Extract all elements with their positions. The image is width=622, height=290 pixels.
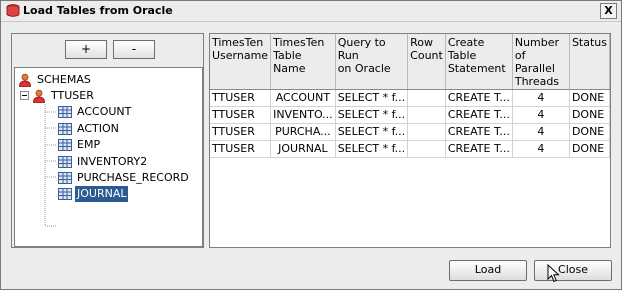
cell-table-name: PURCHA... (270, 123, 336, 141)
table-label: EMP (77, 138, 101, 151)
cell-create-statement: CREATE T... (445, 123, 513, 141)
cell-table-name: INVENTO... (270, 106, 336, 124)
cell-row-count (407, 140, 446, 158)
cell-status: DONE (569, 140, 610, 158)
cell-parallel-threads: 4 (512, 140, 570, 158)
col-header-parallel-threads[interactable]: Number of Parallel Threads (512, 34, 570, 90)
table-row[interactable]: TTUSER ACCOUNT SELECT * f... CREATE T...… (210, 89, 610, 107)
cell-query: SELECT * f... (335, 123, 409, 141)
table-icon (58, 156, 72, 168)
cell-table-name: JOURNAL (270, 140, 336, 158)
table-icon (58, 172, 72, 184)
user-icon (19, 73, 31, 87)
table-label: ACTION (77, 122, 119, 135)
load-status-grid[interactable]: TimesTen Username TimesTen Table Name Quer… (209, 33, 611, 248)
cell-query: SELECT * f... (335, 106, 409, 124)
table-label: INVENTORY2 (77, 155, 148, 168)
col-header-username[interactable]: TimesTen Username (210, 34, 272, 90)
header-line: Number of (514, 36, 560, 62)
table-row[interactable]: TTUSER INVENTO... SELECT * f... CREATE T… (210, 106, 610, 124)
cell-table-name: ACCOUNT (270, 89, 336, 107)
header-line: Status (571, 36, 607, 49)
cell-status: DONE (569, 123, 610, 141)
load-tables-dialog: Load Tables from Oracle X + - SCHEMAS TT… (0, 0, 622, 290)
table-icon (58, 188, 72, 200)
table-row[interactable]: TTUSER JOURNAL SELECT * f... CREATE T...… (210, 140, 610, 158)
table-row[interactable]: TTUSER PURCHA... SELECT * f... CREATE T.… (210, 123, 610, 141)
tree-root-label: SCHEMAS (37, 73, 91, 86)
tree-table-account[interactable]: ACCOUNT (58, 104, 133, 120)
tree-table-journal[interactable]: JOURNAL (58, 186, 129, 202)
col-header-table-name[interactable]: TimesTen Table Name (270, 34, 336, 90)
cell-row-count (407, 123, 446, 141)
schema-tree[interactable]: SCHEMAS TTUSER ACCOUNT ACTION EMP INVENT… (14, 67, 203, 247)
cell-parallel-threads: 4 (512, 106, 570, 124)
header-line: Row (410, 36, 434, 49)
tree-guide-lines (44, 104, 56, 227)
cell-username: TTUSER (210, 123, 272, 141)
col-header-create-statement[interactable]: Create Table Statement (445, 34, 513, 90)
col-header-query[interactable]: Query to Run on Oracle (335, 34, 409, 90)
header-line: TimesTen (212, 36, 264, 49)
cell-row-count (407, 89, 446, 107)
mouse-cursor-icon (547, 264, 560, 283)
header-line: Statement (447, 62, 506, 75)
user-icon (33, 89, 45, 103)
tree-table-purchase-record[interactable]: PURCHASE_RECORD (58, 170, 191, 186)
schema-tree-panel: + - SCHEMAS TTUSER ACCOUNT ACTION EMP IN… (11, 33, 204, 248)
cell-status: DONE (569, 89, 610, 107)
cell-username: TTUSER (210, 106, 272, 124)
cell-parallel-threads: 4 (512, 89, 570, 107)
cell-username: TTUSER (210, 89, 272, 107)
header-line: Parallel Threads (514, 62, 560, 88)
col-header-status[interactable]: Status (569, 34, 610, 90)
cell-row-count (407, 106, 446, 124)
add-button[interactable]: + (65, 40, 107, 59)
header-line: Table Name (273, 49, 306, 75)
table-header-row: TimesTen Username TimesTen Table Name Quer… (210, 34, 610, 90)
header-line: on Oracle (337, 62, 391, 75)
window-title: Load Tables from Oracle (23, 4, 173, 17)
header-line: Count (410, 49, 443, 62)
tree-schema-label: TTUSER (51, 89, 94, 102)
cell-create-statement: CREATE T... (445, 106, 513, 124)
header-line: Query to Run (337, 36, 386, 62)
table-icon (58, 139, 72, 151)
tree-table-emp[interactable]: EMP (58, 137, 102, 153)
cell-username: TTUSER (210, 140, 272, 158)
table-label: PURCHASE_RECORD (77, 171, 189, 184)
header-line: Create Table (447, 36, 485, 62)
close-window-button[interactable]: X (600, 3, 617, 19)
cell-query: SELECT * f... (335, 89, 409, 107)
tree-root-schemas[interactable]: SCHEMAS (18, 72, 93, 88)
cell-query: SELECT * f... (335, 140, 409, 158)
tree-collapse-icon[interactable] (20, 91, 29, 100)
table-label: ACCOUNT (77, 105, 132, 118)
cell-create-statement: CREATE T... (445, 89, 513, 107)
header-line: Username (212, 49, 269, 62)
table-icon (58, 123, 72, 135)
remove-button[interactable]: - (113, 40, 155, 59)
status-table: TimesTen Username TimesTen Table Name Quer… (210, 34, 610, 158)
tree-table-inventory2[interactable]: INVENTORY2 (58, 154, 149, 170)
table-label-selected: JOURNAL (75, 186, 129, 202)
table-icon (58, 106, 72, 118)
oracle-db-icon (6, 4, 20, 17)
close-button[interactable]: Close (534, 260, 612, 281)
title-bar[interactable]: Load Tables from Oracle X (1, 1, 621, 22)
load-button[interactable]: Load (449, 260, 527, 281)
tree-table-action[interactable]: ACTION (58, 121, 121, 137)
cell-status: DONE (569, 106, 610, 124)
cell-parallel-threads: 4 (512, 123, 570, 141)
cell-create-statement: CREATE T... (445, 140, 513, 158)
tree-schema-ttuser[interactable]: TTUSER (32, 88, 96, 104)
header-line: TimesTen (273, 36, 325, 49)
col-header-row-count[interactable]: Row Count (407, 34, 446, 90)
